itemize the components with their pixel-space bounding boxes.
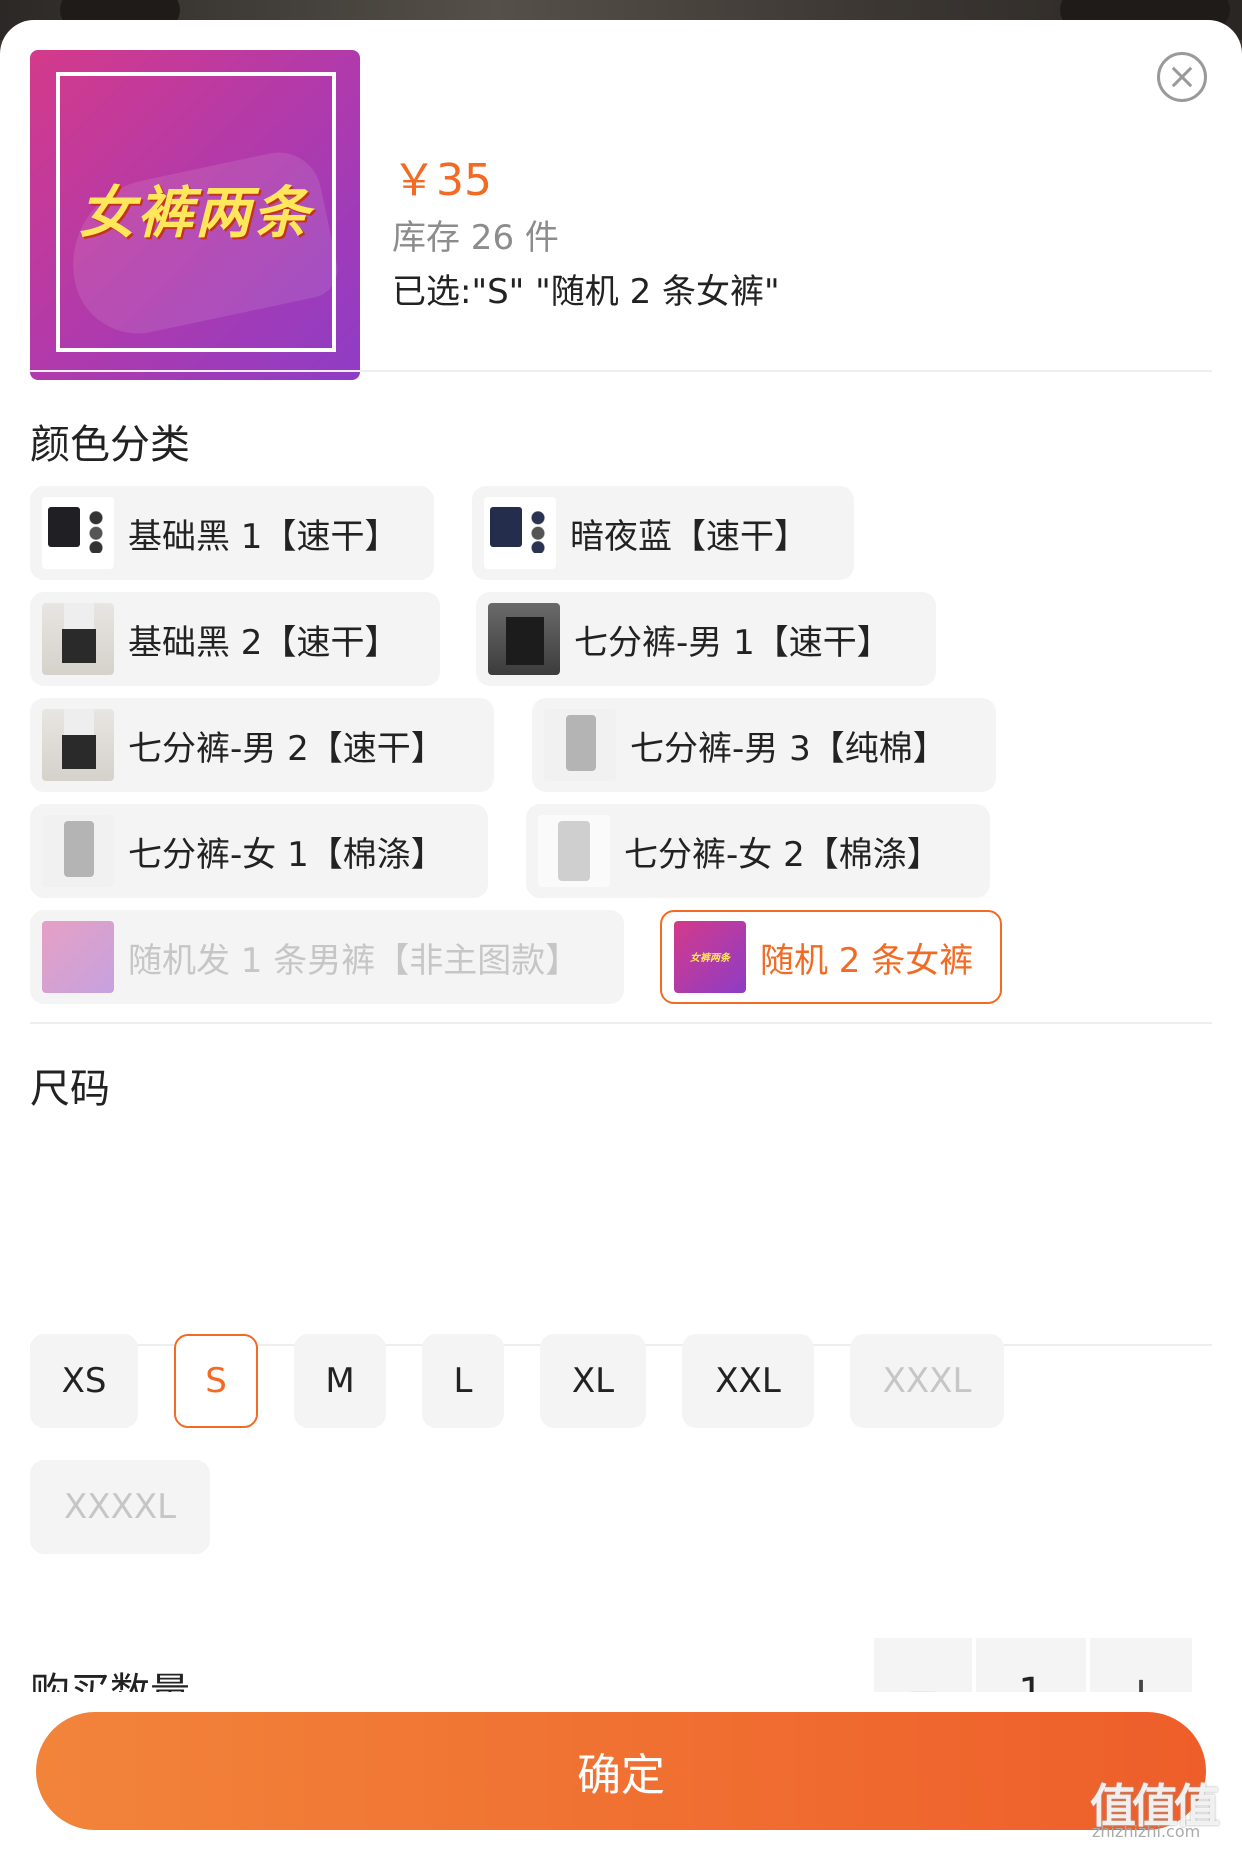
color-option[interactable]: 基础黑 2【速干】 — [30, 592, 440, 686]
color-option-label: 七分裤-男 2【速干】 — [128, 728, 445, 769]
confirm-button[interactable]: 确定 — [36, 1712, 1206, 1830]
watermark-url: zhizhizhi.com — [1092, 1822, 1201, 1841]
color-option-label: 基础黑 2【速干】 — [128, 622, 399, 663]
size-section-title: 尺码 — [30, 1066, 110, 1112]
color-section-title: 颜色分类 — [30, 422, 190, 468]
color-option[interactable]: 七分裤-女 1【棉涤】 — [30, 804, 488, 898]
man-capri-image — [42, 709, 114, 781]
color-option-disabled: 随机发 1 条男裤【非主图款】 — [30, 910, 624, 1004]
color-option-label: 暗夜蓝【速干】 — [570, 516, 808, 557]
color-option-label: 随机 2 条女裤 — [760, 940, 974, 981]
color-option-label: 七分裤-女 2【棉涤】 — [624, 834, 941, 875]
size-option[interactable]: XXL — [682, 1334, 814, 1428]
price: ￥35 — [392, 155, 492, 206]
selected-summary: 已选:"S" "随机 2 条女裤" — [392, 272, 780, 312]
sku-selection-sheet: 女裤两条 ￥35 库存 26 件 已选:"S" "随机 2 条女裤" 颜色分类 … — [0, 20, 1242, 1853]
color-option[interactable]: 七分裤-女 2【棉涤】 — [526, 804, 990, 898]
size-option[interactable]: XL — [540, 1334, 646, 1428]
women-capri-image — [42, 815, 114, 887]
size-option[interactable]: XS — [30, 1334, 138, 1428]
color-option-label: 随机发 1 条男裤【非主图款】 — [128, 940, 580, 981]
man-capri-image — [488, 603, 560, 675]
color-option[interactable]: 七分裤-男 2【速干】 — [30, 698, 494, 792]
divider — [30, 1022, 1212, 1024]
women-capri-image — [538, 815, 610, 887]
product-thumbnail[interactable]: 女裤两条 — [30, 50, 360, 380]
navy-shorts-image — [484, 497, 556, 569]
color-option-label: 七分裤-男 3【纯棉】 — [630, 728, 947, 769]
size-option-disabled: XXXL — [850, 1334, 1004, 1428]
grey-capri-image — [544, 709, 616, 781]
random-men-image — [42, 921, 114, 993]
color-option[interactable]: 七分裤-男 3【纯棉】 — [532, 698, 996, 792]
stock-count: 库存 26 件 — [392, 218, 559, 258]
close-icon[interactable] — [1157, 52, 1207, 102]
color-option[interactable]: 暗夜蓝【速干】 — [472, 486, 854, 580]
divider — [30, 370, 1212, 372]
random-women-image: 女裤两条 — [674, 921, 746, 993]
size-option[interactable]: M — [294, 1334, 386, 1428]
color-option-label: 七分裤-女 1【棉涤】 — [128, 834, 445, 875]
size-option-selected[interactable]: S — [174, 1334, 258, 1428]
thumbnail-text: 女裤两条 — [79, 181, 311, 246]
color-option[interactable]: 七分裤-男 1【速干】 — [476, 592, 936, 686]
color-option[interactable]: 基础黑 1【速干】 — [30, 486, 434, 580]
black-shorts-image — [42, 497, 114, 569]
color-option-label: 七分裤-男 1【速干】 — [574, 622, 891, 663]
color-option-label: 基础黑 1【速干】 — [128, 516, 399, 557]
random-women-image-text: 女裤两条 — [690, 953, 730, 964]
size-option-disabled: XXXXL — [30, 1460, 210, 1554]
color-option-selected[interactable]: 女裤两条 随机 2 条女裤 — [660, 910, 1002, 1004]
size-option[interactable]: L — [422, 1334, 504, 1428]
man-shorts-image — [42, 603, 114, 675]
